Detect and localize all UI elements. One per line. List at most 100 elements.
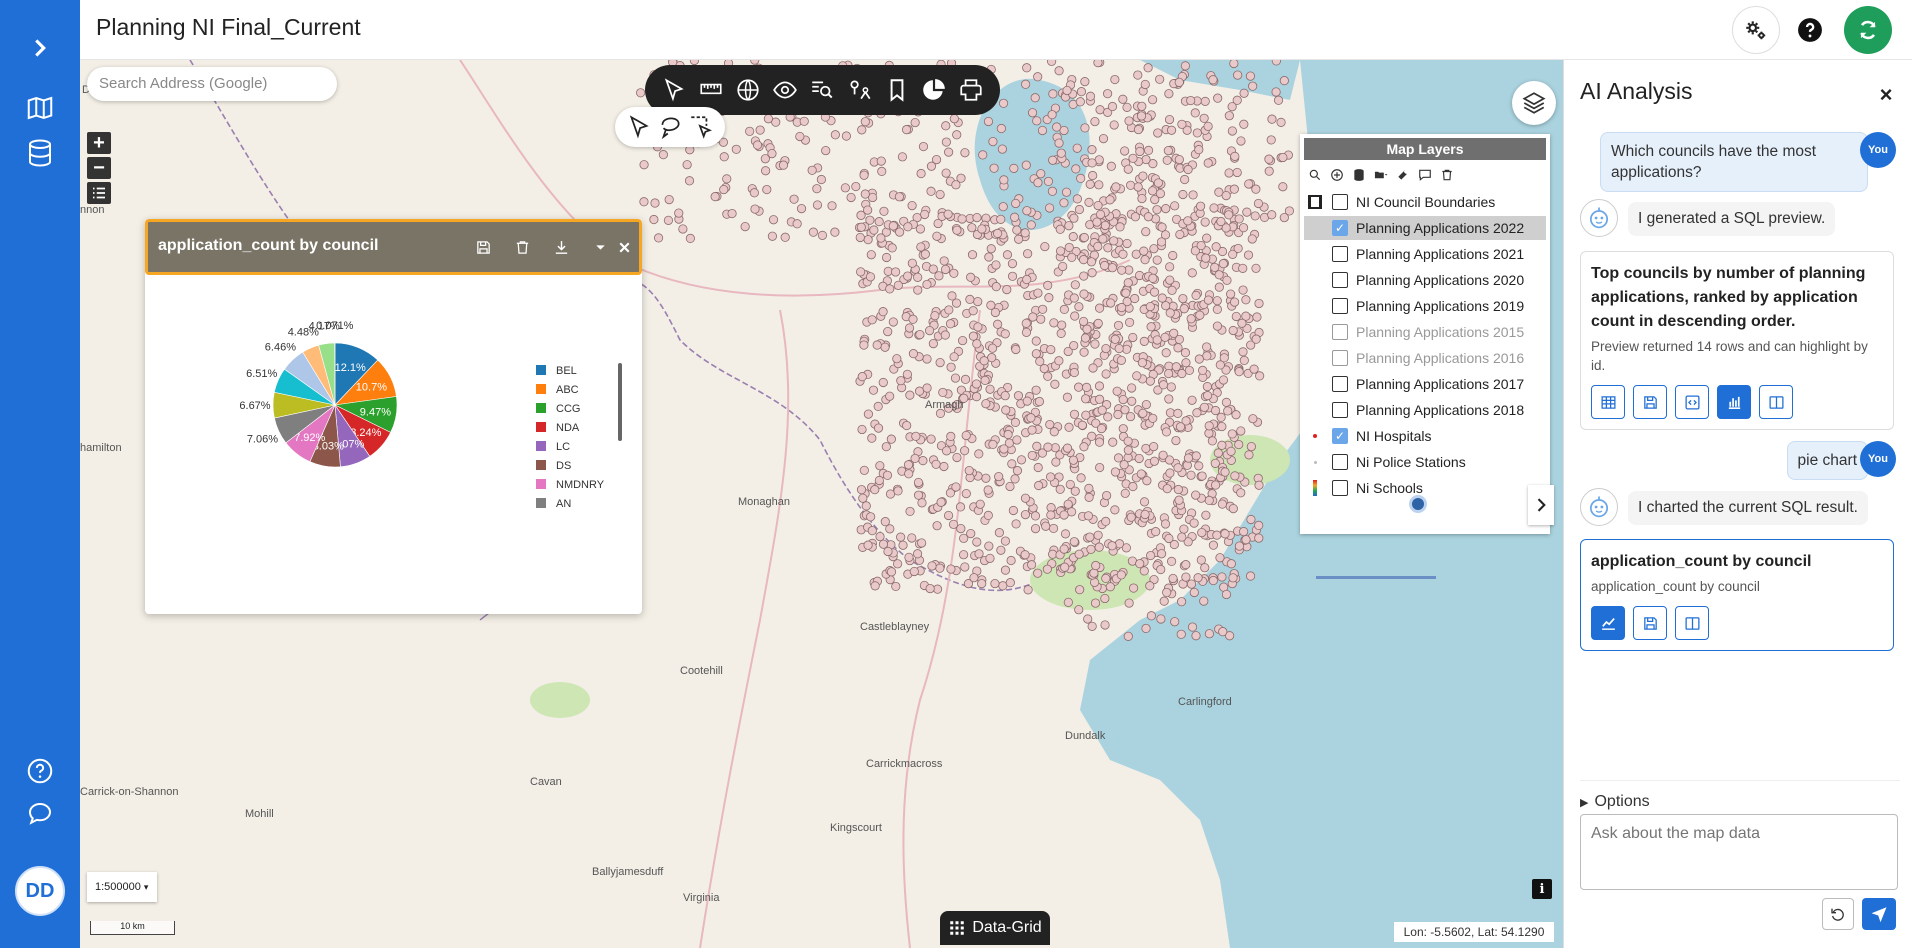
legend-label[interactable]: NMDNRY [556, 479, 605, 491]
layer-checkbox[interactable] [1332, 324, 1348, 340]
layer-checkbox[interactable] [1332, 246, 1348, 262]
map-nav-button[interactable] [20, 90, 60, 126]
legend-label[interactable]: DS [556, 460, 571, 472]
help-nav-button[interactable] [20, 753, 60, 789]
layer-row[interactable]: ✓ NI Hospitals [1304, 424, 1546, 448]
opacity-slider-handle[interactable] [1409, 495, 1427, 513]
comment-icon[interactable] [1418, 168, 1432, 182]
layer-row[interactable]: ✓ Planning Applications 2022 [1304, 216, 1546, 240]
chart-widget[interactable]: application_count by council 12.1% 10.7%… [145, 219, 642, 614]
user-avatar[interactable]: DD [15, 866, 65, 916]
print-icon[interactable] [956, 75, 986, 105]
pie-chart-icon[interactable] [919, 75, 949, 105]
eye-icon[interactable] [770, 75, 800, 105]
legend-label[interactable]: NDA [556, 422, 580, 434]
chart-widget-header[interactable]: application_count by council [145, 219, 642, 275]
pointer-icon[interactable] [624, 112, 654, 142]
layer-checkbox[interactable] [1332, 480, 1348, 496]
trash-icon[interactable] [1440, 168, 1454, 182]
show-chart-button[interactable] [1591, 606, 1625, 640]
bookmark-icon[interactable] [882, 75, 912, 105]
chat-nav-button[interactable] [20, 796, 60, 832]
layer-checkbox[interactable] [1332, 402, 1348, 418]
layer-row[interactable]: Planning Applications 2016 [1304, 346, 1546, 370]
database-icon[interactable] [1352, 168, 1366, 182]
zoom-in-button[interactable]: + [87, 132, 111, 154]
lasso-icon[interactable] [655, 112, 685, 142]
route-icon[interactable] [845, 75, 875, 105]
scale-select[interactable]: 1:500000 ▾ [87, 872, 157, 902]
database-nav-button[interactable] [20, 135, 60, 171]
split-view-button[interactable] [1675, 606, 1709, 640]
layer-row[interactable]: Planning Applications 2020 [1304, 268, 1546, 292]
box-select-icon[interactable] [686, 112, 716, 142]
legend-list-button[interactable] [87, 182, 111, 204]
layer-checkbox[interactable] [1332, 376, 1348, 392]
layer-checkbox[interactable] [1332, 194, 1348, 210]
layer-checkbox[interactable] [1332, 454, 1348, 470]
zoom-out-button[interactable]: − [87, 157, 111, 179]
chart-download-button[interactable] [550, 236, 572, 258]
layer-row[interactable]: NI Council Boundaries [1304, 190, 1546, 214]
folder-icon[interactable] [1374, 168, 1388, 182]
save-chart-button[interactable] [1633, 606, 1667, 640]
ask-input[interactable] [1580, 814, 1898, 890]
split-view-button[interactable] [1759, 385, 1793, 419]
select-arrow-icon[interactable] [659, 75, 689, 105]
trash-icon [516, 240, 528, 254]
save-icon [476, 240, 490, 254]
address-search-input[interactable]: Search Address (Google) [87, 67, 337, 101]
view-sql-button[interactable] [1675, 385, 1709, 419]
layer-checkbox[interactable] [1332, 298, 1348, 314]
legend-label[interactable]: LC [556, 441, 570, 453]
globe-icon[interactable] [733, 75, 763, 105]
add-icon[interactable] [1330, 168, 1344, 182]
layer-symbol [1304, 477, 1326, 499]
place-label: Kingscourt [830, 822, 882, 834]
layer-row[interactable]: Ni Police Stations [1304, 450, 1546, 474]
help-button[interactable] [1786, 6, 1834, 54]
legend-label[interactable]: AN [556, 498, 571, 510]
layer-checkbox[interactable]: ✓ [1332, 220, 1348, 236]
columns-icon [1768, 395, 1784, 409]
legend-label[interactable]: BEL [556, 365, 577, 377]
layer-row[interactable]: Planning Applications 2021 [1304, 242, 1546, 266]
legend-label[interactable]: CCG [556, 403, 580, 415]
layer-row[interactable]: Planning Applications 2017 [1304, 372, 1546, 396]
chart-menu-button[interactable] [589, 236, 611, 258]
reset-button[interactable] [1822, 898, 1854, 930]
layer-row[interactable]: Ni Schools [1304, 476, 1546, 500]
map-canvas[interactable]: Donegal nnon hamilton Monaghan Castlebla… [80, 60, 1563, 948]
selection-tools [615, 107, 725, 147]
layer-row[interactable]: Planning Applications 2018 [1304, 398, 1546, 422]
layer-checkbox[interactable]: ✓ [1332, 428, 1348, 444]
chart-save-button[interactable] [472, 236, 494, 258]
layer-row[interactable]: Planning Applications 2015 [1304, 320, 1546, 344]
chart-delete-button[interactable] [511, 236, 533, 258]
refresh-button[interactable] [1844, 6, 1892, 54]
search-zoom-icon[interactable] [807, 75, 837, 105]
search-icon[interactable] [1308, 168, 1322, 182]
options-toggle[interactable]: ▶ Options [1580, 780, 1900, 811]
chart-close-button[interactable] [613, 236, 635, 258]
send-button[interactable] [1862, 898, 1896, 930]
opacity-slider-track[interactable] [1316, 576, 1436, 579]
layer-checkbox[interactable] [1332, 350, 1348, 366]
save-query-button[interactable] [1633, 385, 1667, 419]
expand-sidebar-button[interactable] [20, 30, 60, 66]
legend-label[interactable]: ABC [556, 384, 579, 396]
ai-close-button[interactable]: × [1875, 82, 1897, 107]
measure-ruler-icon[interactable] [696, 75, 726, 105]
wrench-icon[interactable] [1396, 168, 1410, 182]
layer-row[interactable]: Planning Applications 2019 [1304, 294, 1546, 318]
settings-button[interactable] [1732, 6, 1780, 54]
view-table-button[interactable] [1591, 385, 1625, 419]
legend-scrollbar[interactable] [618, 363, 622, 441]
code-icon [1684, 394, 1700, 410]
layers-toggle-button[interactable] [1512, 81, 1556, 125]
chart-result-button[interactable] [1717, 385, 1751, 419]
layer-checkbox[interactable] [1332, 272, 1348, 288]
info-button[interactable]: i [1532, 879, 1552, 899]
data-grid-button[interactable]: Data-Grid [940, 911, 1050, 945]
collapse-layers-button[interactable] [1528, 485, 1554, 525]
